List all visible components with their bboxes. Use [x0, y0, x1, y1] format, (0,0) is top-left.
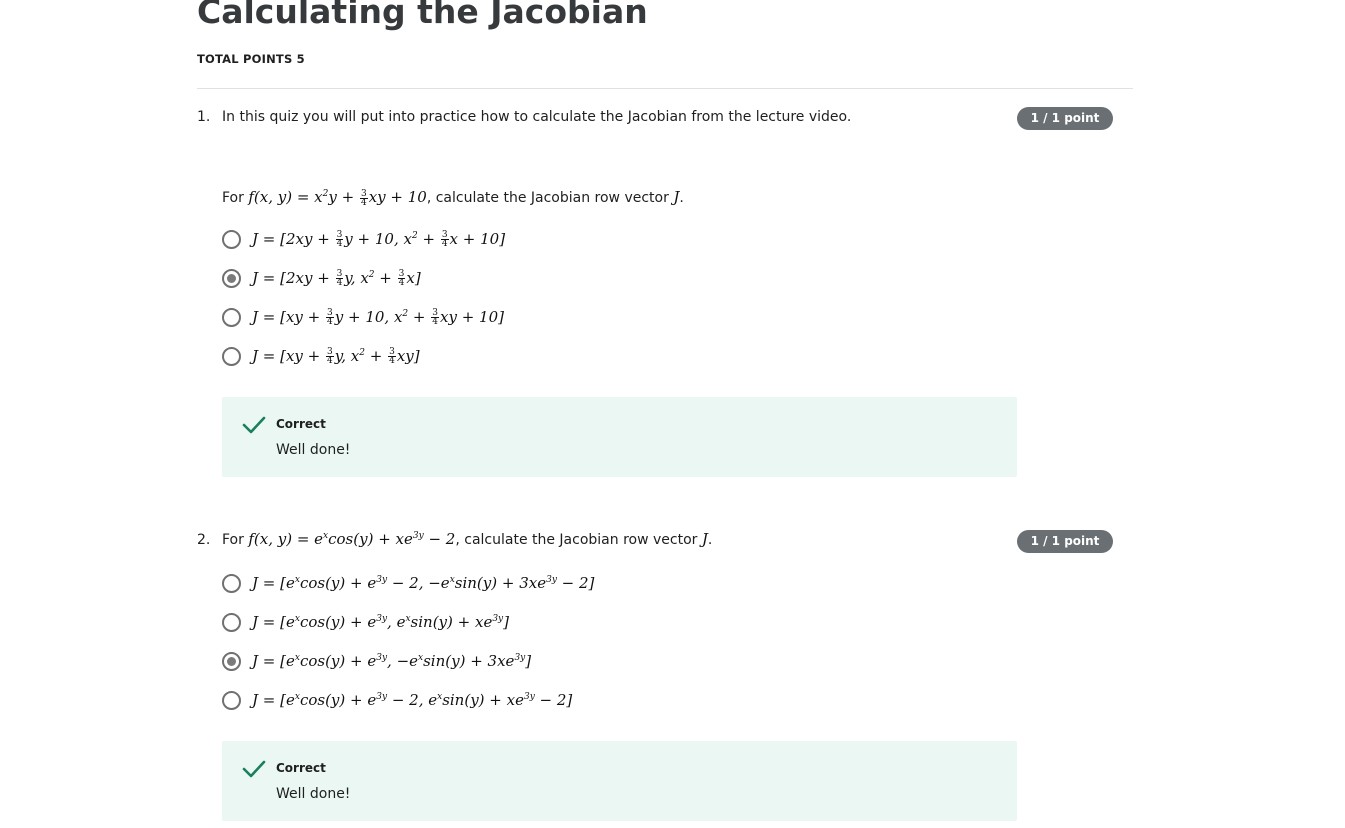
feedback-status: Correct	[276, 761, 326, 775]
checkmark-icon	[242, 416, 266, 434]
answer-option[interactable]: J = [xy + 3 4 y, x2 + 3 4 xy]	[222, 346, 420, 366]
question-prompt: For f(x, y) = x2y + 3 4 xy + 10, calculate…	[222, 188, 684, 208]
answer-option[interactable]: J = [2xy + 3 4 y, x2 + 3 4 x]	[222, 268, 421, 288]
prompt-prefix: For	[222, 532, 244, 548]
quiz-title: Calculating the Jacobian	[197, 0, 648, 31]
option-formula: J = [excos(y) + e3y, exsin(y) + xe3y]	[252, 613, 509, 631]
option-formula: J = [2xy + 34y + 10, x2 + 34x + 10]	[252, 229, 506, 250]
points-badge: 1 / 1 point	[1017, 107, 1113, 130]
option-formula: J = [excos(y) + e3y − 2, −exsin(y) + 3xe…	[252, 574, 595, 592]
checkmark-icon	[242, 760, 266, 778]
prompt-variable: J	[701, 530, 708, 548]
prompt-formula: f(x, y) = excos(y) + xe3y − 2	[248, 530, 456, 548]
feedback-message: Well done!	[276, 442, 351, 458]
answer-option[interactable]: J = [2xy + 34y + 10, x2 + 34x + 10]	[222, 229, 505, 249]
answer-option[interactable]: J = [excos(y) + e3y − 2, −exsin(y) + 3xe…	[222, 573, 594, 593]
option-formula: J = [2xy + 3 4 y, x2 + 3 4 x]	[252, 268, 421, 289]
radio-button[interactable]	[222, 690, 241, 710]
prompt-variable: J	[673, 188, 680, 206]
question-number: 1.	[197, 109, 211, 125]
radio-button[interactable]	[222, 307, 241, 327]
radio-button[interactable]	[222, 612, 241, 632]
radio-button[interactable]	[222, 573, 241, 593]
option-formula: J = [excos(y) + e3y, −exsin(y) + 3xe3y]	[252, 652, 532, 670]
radio-button-selected[interactable]	[222, 651, 241, 671]
option-formula: J = [xy + 34y + 10, x2 + 3 4 xy + 10]	[252, 307, 504, 328]
answer-option[interactable]: J = [excos(y) + e3y − 2, exsin(y) + xe3y…	[222, 690, 572, 710]
total-points: TOTAL POINTS 5	[197, 52, 305, 66]
answer-option[interactable]: J = [excos(y) + e3y, exsin(y) + xe3y]	[222, 612, 509, 632]
question-number: 2.	[197, 532, 211, 548]
question-intro: In this quiz you will put into practice …	[222, 109, 852, 125]
feedback-correct: Correct Well done!	[222, 397, 1017, 477]
prompt-suffix: , calculate the Jacobian row vector	[455, 532, 698, 548]
feedback-correct: Correct Well done!	[222, 741, 1017, 821]
prompt-prefix: For	[222, 190, 244, 206]
prompt-suffix: , calculate the Jacobian row vector	[426, 190, 669, 206]
points-badge: 1 / 1 point	[1017, 530, 1113, 553]
option-formula: J = [excos(y) + e3y − 2, exsin(y) + xe3y…	[252, 691, 573, 709]
radio-button-selected[interactable]	[222, 268, 241, 288]
answer-option[interactable]: J = [xy + 34y + 10, x2 + 3 4 xy + 10]	[222, 307, 504, 327]
prompt-formula: f(x, y) = x2y + 3 4 xy + 10	[248, 188, 427, 208]
feedback-status: Correct	[276, 417, 326, 431]
radio-button[interactable]	[222, 229, 241, 249]
feedback-message: Well done!	[276, 786, 351, 802]
radio-button[interactable]	[222, 346, 241, 366]
divider	[197, 88, 1133, 89]
option-formula: J = [xy + 3 4 y, x2 + 3 4 xy]	[252, 346, 420, 367]
question-prompt: For f(x, y) = excos(y) + xe3y − 2, calcu…	[222, 530, 713, 548]
answer-option[interactable]: J = [excos(y) + e3y, −exsin(y) + 3xe3y]	[222, 651, 531, 671]
